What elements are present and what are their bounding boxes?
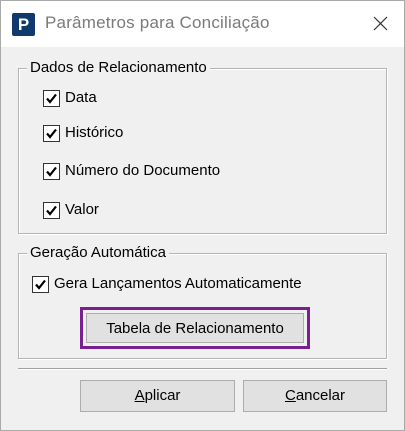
app-logo-icon: P xyxy=(12,13,35,36)
checkbox-box[interactable] xyxy=(32,275,49,293)
window-title: Parâmetros para Conciliação xyxy=(45,13,270,32)
checkbox-box[interactable] xyxy=(43,89,60,107)
checkbox-label: Número do Documento xyxy=(65,162,221,179)
apply-button[interactable]: Aplicar xyxy=(80,380,235,412)
checkbox-label: Histórico xyxy=(65,124,124,141)
title-bar[interactable]: P Parâmetros para Conciliação xyxy=(1,1,404,47)
apply-label: plicar xyxy=(144,387,181,404)
checkbox-valor[interactable]: Valor xyxy=(43,200,99,220)
checkbox-label: Gera Lançamentos Automaticamente xyxy=(54,275,302,292)
checkmark-icon xyxy=(35,279,46,290)
checkbox-label: Valor xyxy=(65,201,99,218)
checkbox-gera-lancamentos[interactable]: Gera Lançamentos Automaticamente xyxy=(32,274,302,294)
checkbox-box[interactable] xyxy=(43,201,60,219)
checkmark-icon xyxy=(46,166,57,177)
checkmark-icon xyxy=(46,93,57,104)
close-icon xyxy=(373,16,388,31)
checkbox-numero-documento[interactable]: Número do Documento xyxy=(43,161,220,181)
checkmark-icon xyxy=(46,128,57,139)
cancel-label: ancelar xyxy=(295,387,346,404)
checkbox-box[interactable] xyxy=(43,124,60,142)
cancel-mnemonic: C xyxy=(284,387,296,404)
group-legend: Geração Automática xyxy=(27,244,169,262)
group-legend: Dados de Relacionamento xyxy=(27,59,210,77)
apply-mnemonic: A xyxy=(134,387,145,404)
checkbox-box[interactable] xyxy=(43,162,60,180)
close-button[interactable] xyxy=(358,1,404,47)
dialog-window: P Parâmetros para Conciliação Dados de R… xyxy=(0,0,405,431)
footer-separator xyxy=(18,368,387,370)
checkbox-data[interactable]: Data xyxy=(43,88,97,108)
checkbox-label: Data xyxy=(65,89,97,106)
checkbox-historico[interactable]: Histórico xyxy=(43,123,123,143)
cancel-button[interactable]: Cancelar xyxy=(243,380,387,412)
checkmark-icon xyxy=(46,205,57,216)
tabela-relacionamento-button[interactable]: Tabela de Relacionamento xyxy=(86,313,304,343)
